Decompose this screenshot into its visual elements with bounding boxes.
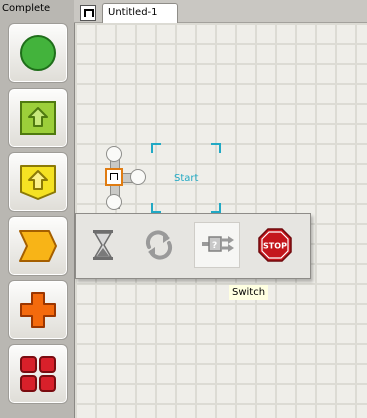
orange-plus-icon — [20, 292, 56, 328]
common-blocks-palette-button[interactable] — [8, 23, 68, 83]
start-label: Start — [174, 173, 199, 184]
stop-sign-icon: STOP — [258, 228, 292, 262]
loop-arrows-icon — [145, 230, 173, 260]
data-blocks-palette-button[interactable] — [8, 280, 68, 340]
loop-block[interactable] — [136, 222, 182, 268]
stop-block[interactable]: STOP — [252, 222, 298, 268]
flow-blocks-palette-button[interactable] — [8, 216, 68, 276]
block-palette: Complete — [0, 0, 75, 418]
stop-sign-text: STOP — [263, 242, 287, 251]
wait-block[interactable] — [80, 222, 126, 268]
orange-chevron-icon — [19, 230, 57, 262]
switch-tooltip: Switch — [229, 285, 269, 300]
green-arrow-up-icon — [20, 101, 56, 135]
action-blocks-palette-button[interactable] — [8, 88, 68, 148]
advanced-blocks-palette-button[interactable] — [8, 344, 68, 404]
program-file-icon — [80, 5, 96, 21]
drop-target-corner — [211, 143, 221, 153]
drop-target-corner — [151, 143, 161, 153]
sequence-port-right[interactable] — [130, 169, 146, 185]
flow-blocks-flyout: ? STOP — [75, 213, 311, 279]
drop-target-corner — [151, 203, 161, 213]
red-grid-icon — [20, 356, 56, 392]
green-circle-icon — [20, 35, 56, 71]
sequence-port-top[interactable] — [106, 146, 122, 162]
switch-block[interactable]: ? — [194, 222, 240, 268]
palette-title: Complete — [2, 3, 51, 14]
start-point-block[interactable] — [105, 168, 123, 186]
sensor-blocks-palette-button[interactable] — [8, 152, 68, 212]
yellow-arrow-up-icon — [20, 165, 56, 200]
hourglass-icon — [93, 230, 113, 260]
switch-icon: ? — [202, 236, 234, 252]
sequence-port-bottom[interactable] — [106, 194, 122, 210]
drop-target-corner — [211, 203, 221, 213]
svg-text:?: ? — [212, 241, 217, 251]
tab-untitled-1[interactable]: Untitled-1 — [102, 3, 178, 23]
